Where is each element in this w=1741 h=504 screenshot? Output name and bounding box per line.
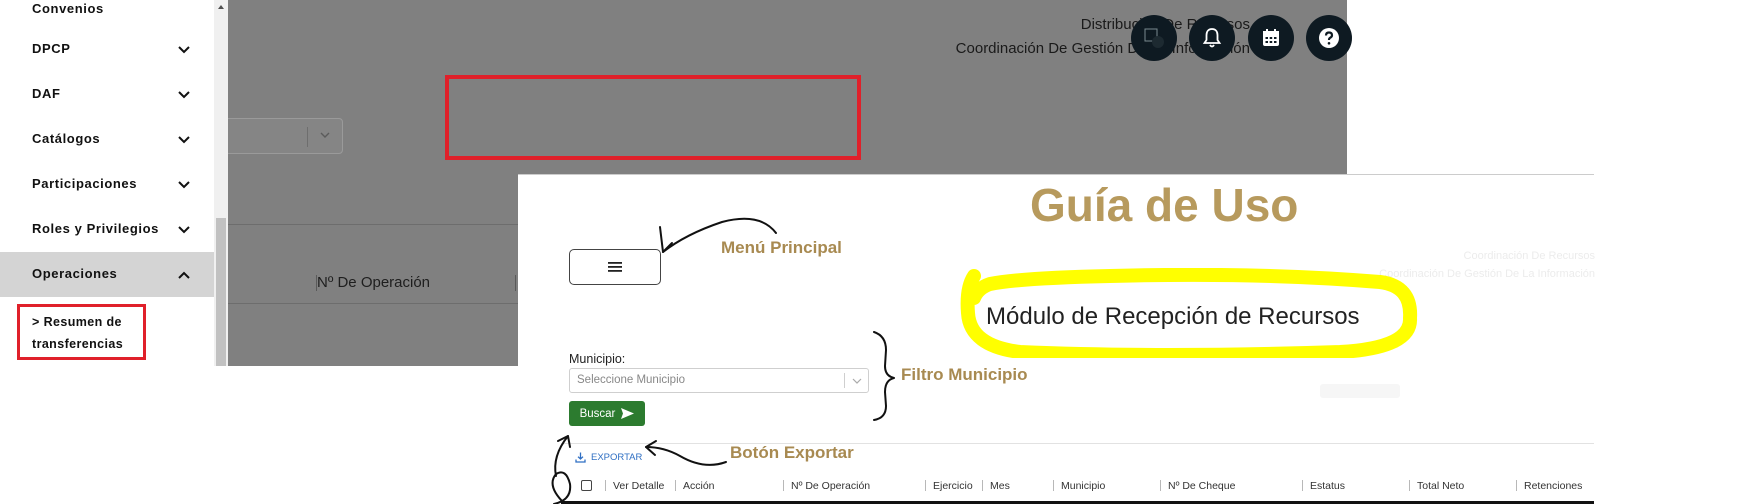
arrow-to-menu-icon bbox=[662, 217, 777, 253]
arrow-to-export-icon bbox=[645, 446, 727, 466]
brace-icon bbox=[873, 331, 895, 421]
annotation-arrows bbox=[551, 217, 895, 504]
curl-arrow-icon bbox=[551, 471, 572, 504]
arrow-up-icon bbox=[554, 435, 569, 477]
